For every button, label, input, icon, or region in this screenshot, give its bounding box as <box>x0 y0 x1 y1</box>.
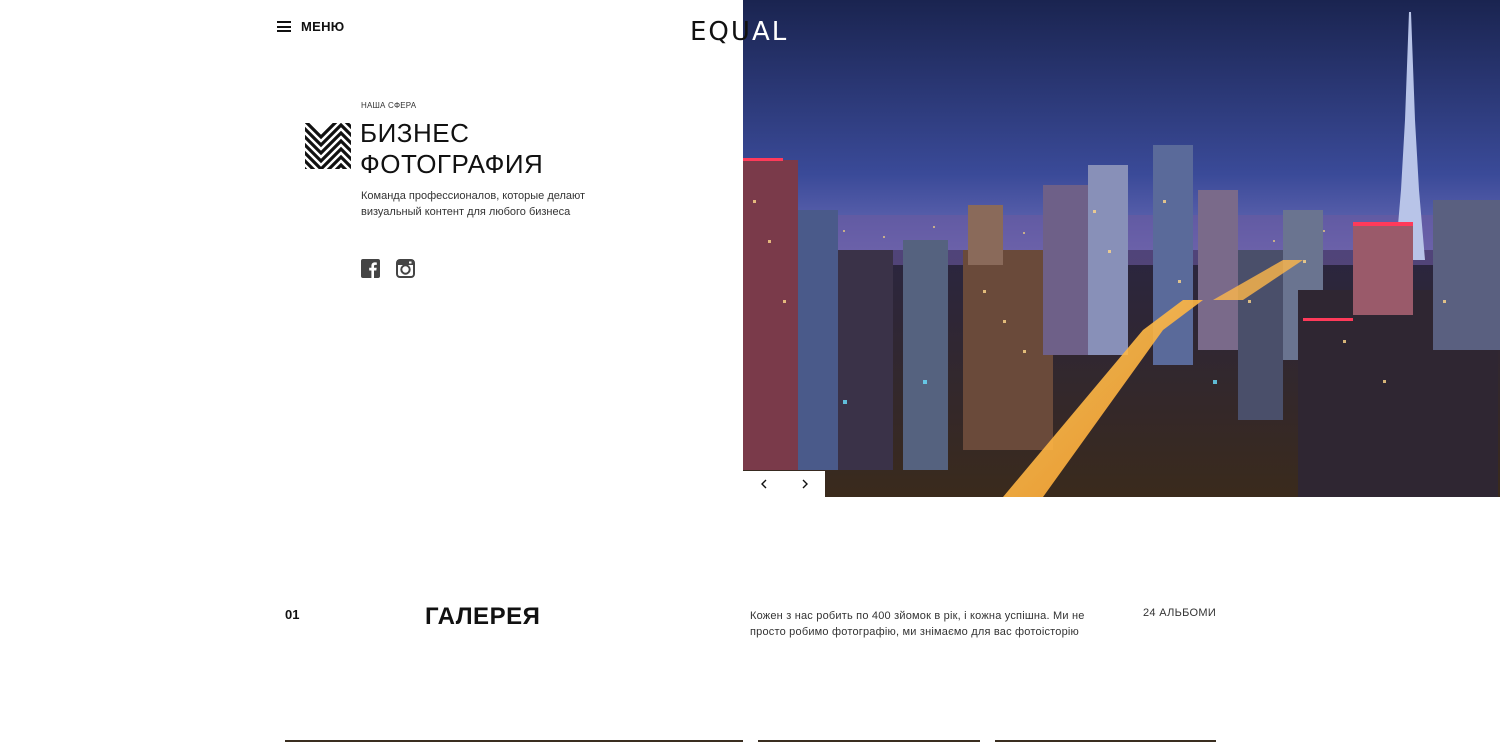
logo-text-dark: EQU <box>690 17 752 47</box>
slider-nav <box>743 471 825 497</box>
logo-text-light: AL <box>751 17 789 47</box>
chevron-left-icon <box>760 479 766 489</box>
facebook-icon[interactable] <box>361 259 380 278</box>
chevron-right-icon <box>802 479 808 489</box>
hamburger-icon <box>277 21 291 32</box>
hero-image <box>743 0 1500 497</box>
logo[interactable]: EQUAL <box>690 17 788 47</box>
menu-button[interactable]: МЕНЮ <box>277 19 345 34</box>
menu-label: МЕНЮ <box>301 19 345 34</box>
hero-eyebrow: НАША СФЕРА <box>361 101 417 110</box>
section-number: 01 <box>285 607 300 622</box>
hero-title-line1: БИЗНЕС <box>360 118 470 148</box>
stripe-pattern-icon <box>305 123 351 169</box>
albums-count-link[interactable]: 24 АЛЬБОМИ <box>1143 607 1216 619</box>
instagram-icon[interactable] <box>396 259 415 278</box>
hero-description: Команда профессионалов, которые делают в… <box>361 190 586 218</box>
hero-title: БИЗНЕС ФОТОГРАФИЯ <box>360 118 543 180</box>
section-title: ГАЛЕРЕЯ <box>425 603 541 630</box>
hero-title-line2: ФОТОГРАФИЯ <box>360 149 544 179</box>
slider-next-button[interactable] <box>784 471 825 497</box>
section-description: Кожен з нас робить по 400 зйомок в рік, … <box>750 610 1085 638</box>
slider-prev-button[interactable] <box>743 471 784 497</box>
